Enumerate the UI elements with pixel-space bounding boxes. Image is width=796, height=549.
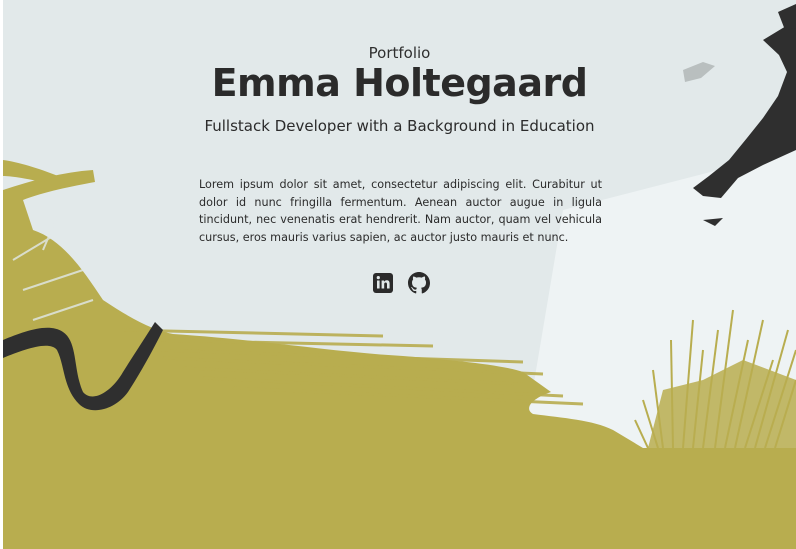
github-link[interactable] [408, 272, 430, 294]
linkedin-icon [373, 273, 393, 293]
page-subtitle: Fullstack Developer with a Background in… [204, 117, 595, 135]
linkedin-link[interactable] [372, 272, 394, 294]
page-kicker: Portfolio [368, 44, 431, 62]
social-links [372, 272, 432, 296]
hero-section: Portfolio Emma Holtegaard Fullstack Deve… [3, 0, 796, 448]
page-title: Emma Holtegaard [211, 61, 588, 105]
github-icon [408, 272, 430, 294]
bio-paragraph: Lorem ipsum dolor sit amet, consectetur … [199, 178, 602, 244]
portfolio-page: Portfolio Emma Holtegaard Fullstack Deve… [3, 0, 796, 549]
